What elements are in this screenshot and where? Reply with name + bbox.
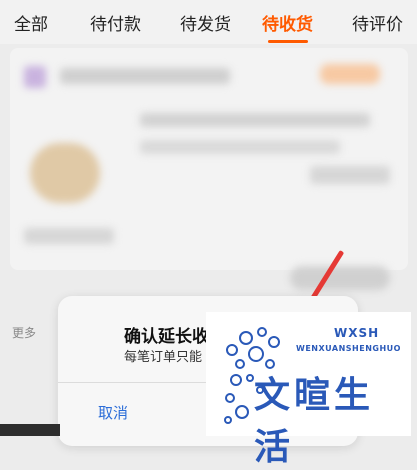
order-tabs: 全部 待付款 待发货 待收货 待评价 [0, 0, 417, 44]
tab-pending-review[interactable]: 待评价 [352, 10, 403, 35]
active-tab-indicator [268, 40, 308, 43]
product-thumbnail [30, 143, 100, 203]
tab-pending-shipment[interactable]: 待发货 [180, 10, 231, 35]
order-card-blurred [10, 48, 408, 290]
watermark: WXSH WENXUANSHENGHUO 文暄生活 [206, 312, 411, 468]
more-link[interactable]: 更多 [12, 324, 36, 341]
tab-all[interactable]: 全部 [14, 10, 48, 35]
tab-pending-payment[interactable]: 待付款 [90, 10, 141, 35]
product-title-blurred [140, 113, 370, 127]
cancel-button[interactable]: 取消 [98, 402, 128, 423]
product-spec-blurred [140, 140, 340, 154]
bottom-bar-partial [0, 424, 60, 436]
dialog-title: 确认延长收 [124, 327, 209, 347]
dialog-description: 每笔订单只能 [124, 350, 203, 365]
tab-pending-receipt[interactable]: 待收货 [262, 10, 313, 35]
action-button-blurred [290, 266, 390, 290]
watermark-tag: WXSH [334, 326, 380, 340]
price-blurred [310, 166, 390, 184]
store-icon [24, 66, 46, 88]
store-name-blurred [60, 68, 230, 84]
watermark-subtitle: WENXUANSHENGHUO [296, 344, 401, 353]
status-chip-blurred [320, 64, 380, 84]
watermark-text: 文暄生活 [254, 374, 375, 468]
order-info-blurred [24, 228, 114, 244]
